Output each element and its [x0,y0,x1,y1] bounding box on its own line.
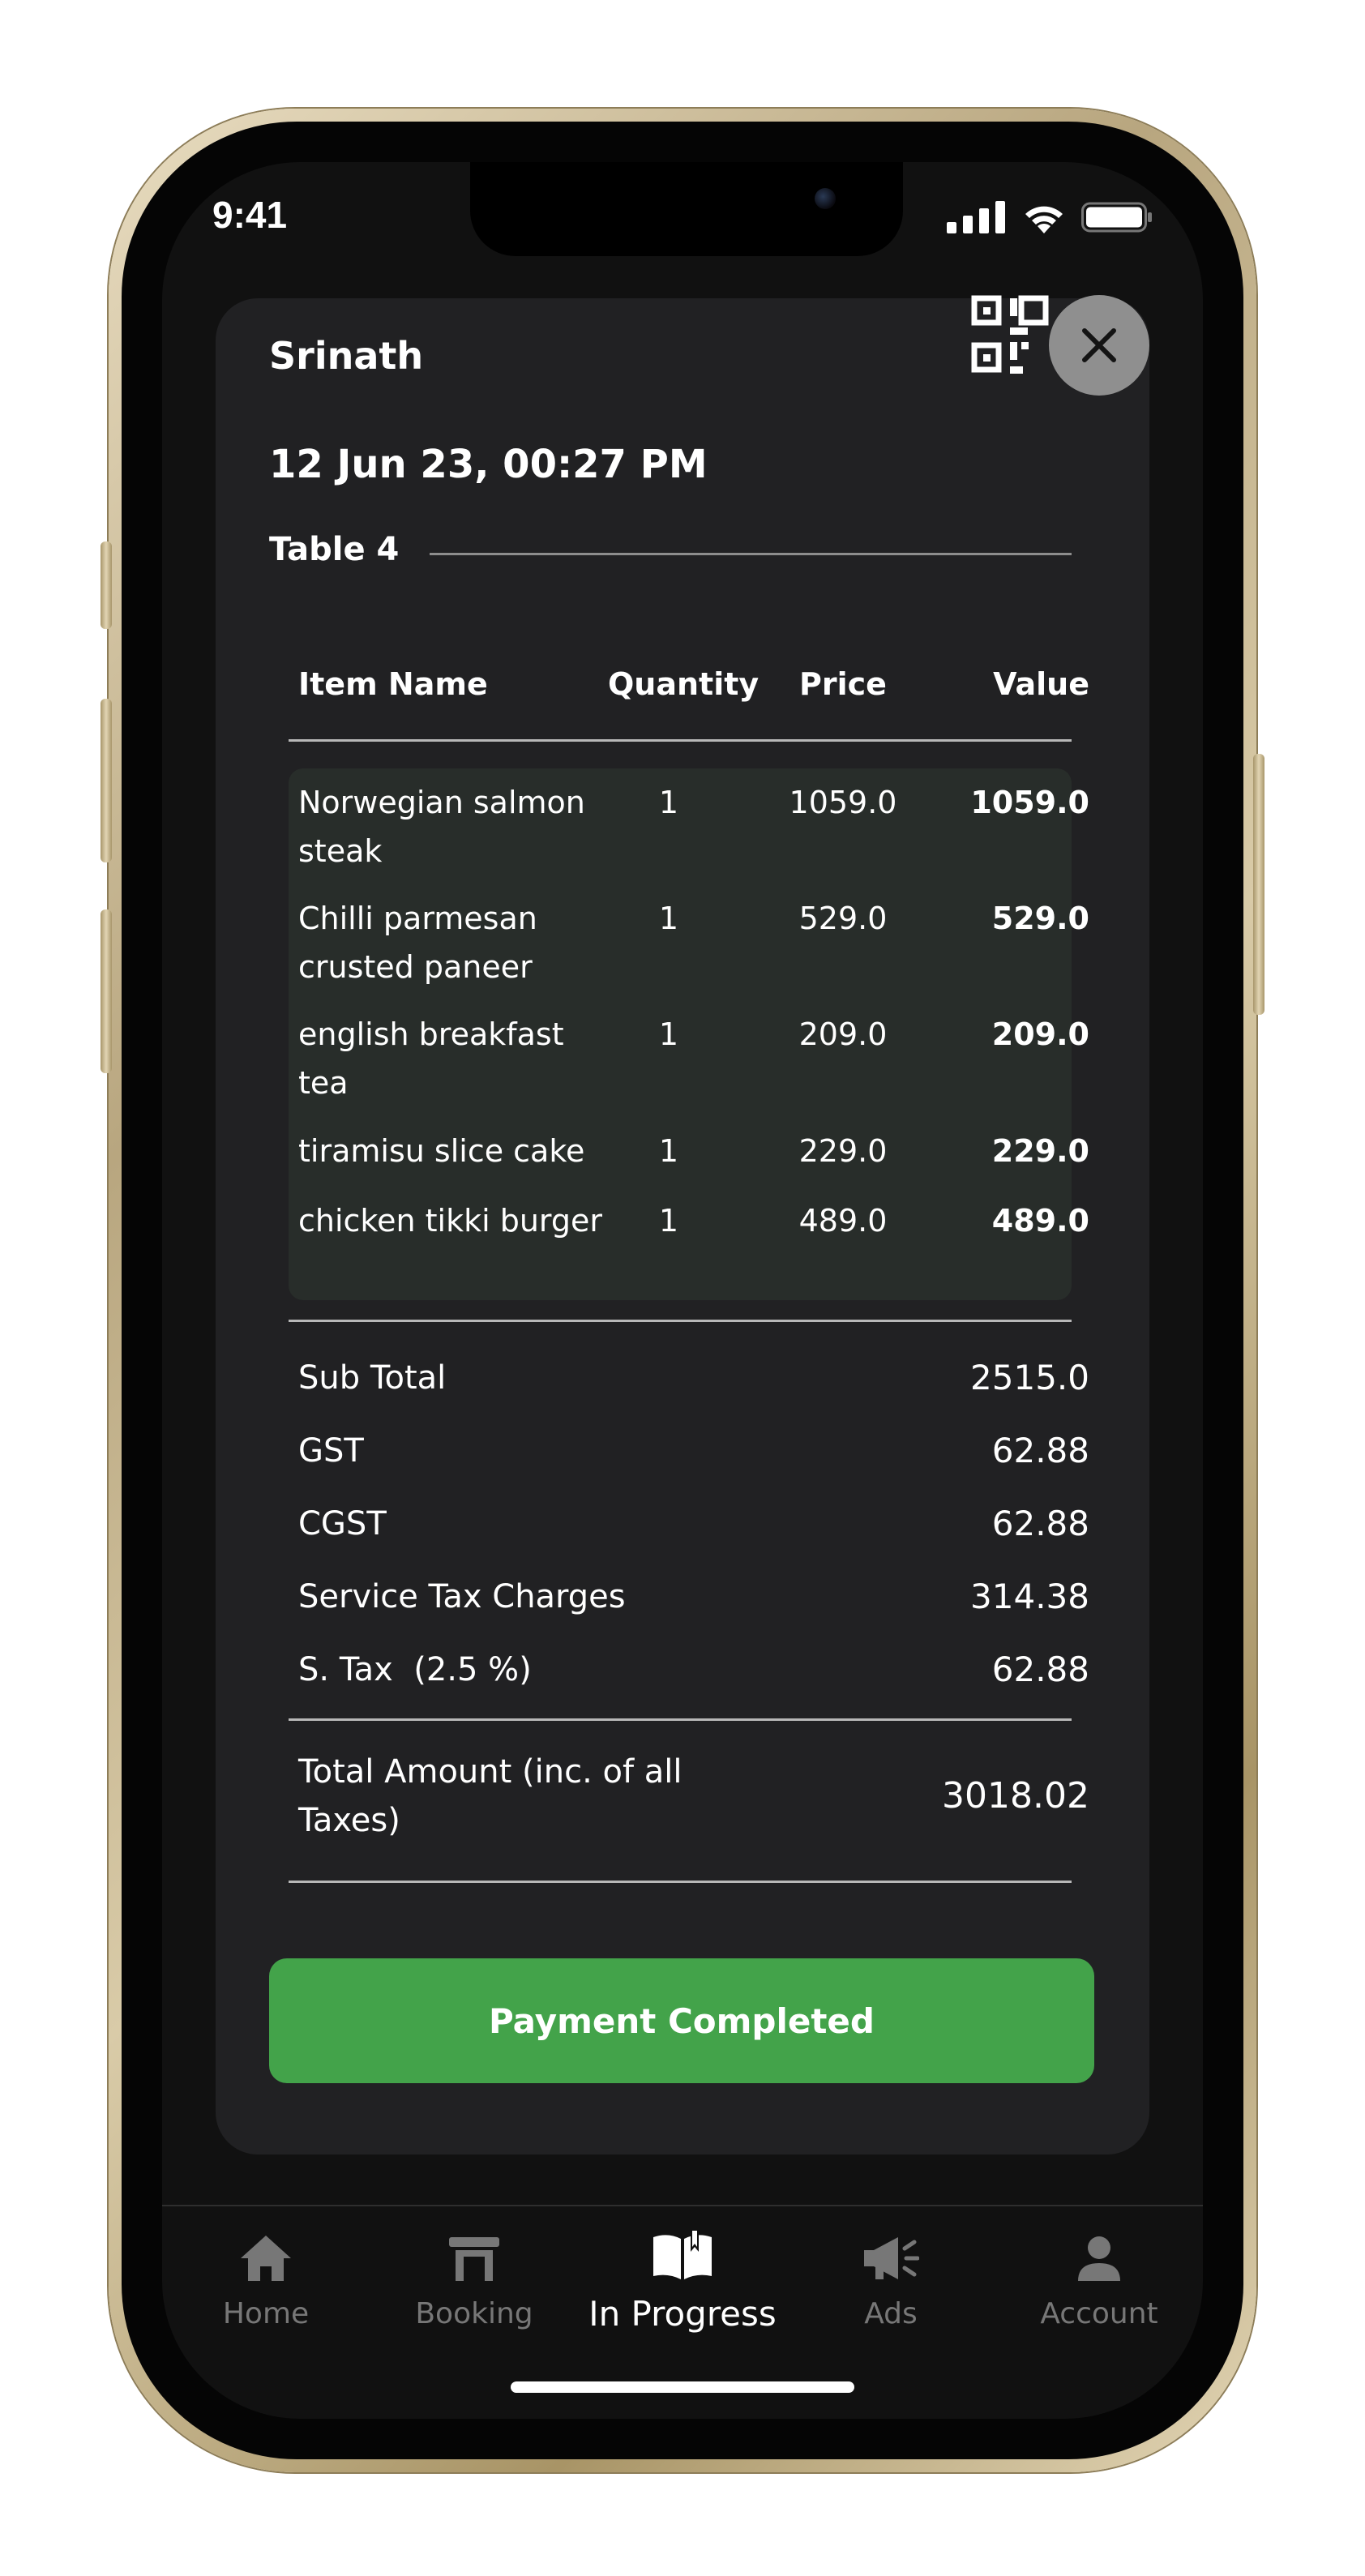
tab-label: Booking [415,2297,533,2330]
service-tax-value: 314.38 [970,1577,1089,1616]
close-icon [1082,328,1116,362]
tab-account[interactable]: Account [995,2221,1203,2330]
tab-in-progress[interactable]: In Progress [579,2221,786,2334]
summary-divider [289,1718,1072,1721]
megaphone-icon [864,2237,919,2279]
status-icons [947,201,1153,233]
bottom-tab-bar: Home Booking In Progress Ads Account [162,2221,1203,2351]
item-price: 1059.0 [789,785,897,820]
table-label: Table 4 [269,531,400,568]
subtotal-label: Sub Total [298,1359,447,1397]
gst-label: GST [298,1432,364,1470]
item-name: chicken tikki burger [298,1203,603,1239]
subtotal-value: 2515.0 [970,1358,1089,1397]
screen: 9:41 Srinath 12 Jun 23, 00:27 PM Table 4… [162,162,1203,2419]
service-tax-label: Service Tax Charges [298,1578,626,1615]
person-icon [1078,2236,1120,2281]
tab-home[interactable]: Home [162,2221,370,2330]
total-label: Total Amount (inc. of all Taxes) [298,1753,682,1839]
table-icon [449,2237,499,2281]
payment-completed-button[interactable]: Payment Completed [269,1958,1094,2083]
total-divider [289,1881,1072,1883]
item-value: 229.0 [991,1133,1089,1169]
tab-label: Account [1040,2297,1158,2330]
cgst-value: 62.88 [991,1504,1089,1543]
dynamic-island [470,162,903,256]
wifi-icon [1025,206,1063,233]
s-tax-value: 62.88 [991,1650,1089,1689]
volume-down-button [101,909,112,1073]
table-divider [430,553,1072,555]
cgst-label: CGST [298,1505,387,1543]
item-name: english breakfast tea [298,1016,564,1101]
item-quantity: 1 [658,1203,679,1239]
volume-up-button [101,699,112,862]
item-quantity: 1 [658,785,679,820]
book-icon [653,2229,712,2279]
power-button [1253,754,1264,1015]
item-value: 209.0 [991,1016,1089,1052]
home-indicator [511,2381,854,2393]
item-value: 489.0 [991,1203,1089,1239]
item-price: 229.0 [798,1133,888,1169]
qr-code-icon[interactable] [971,295,1060,384]
tab-label: Ads [864,2297,918,2330]
s-tax-label: S. Tax (2.5 %) [298,1651,532,1688]
status-time: 9:41 [212,194,288,236]
tab-label: Home [222,2297,310,2330]
header-quantity: Quantity [608,666,760,702]
header-item-name: Item Name [298,666,488,702]
item-price: 489.0 [798,1203,888,1239]
home-icon [241,2236,291,2281]
item-quantity: 1 [658,901,679,936]
gst-value: 62.88 [991,1431,1089,1470]
item-value: 1059.0 [970,785,1089,820]
item-name: Chilli parmesan crusted paneer [298,901,537,985]
item-quantity: 1 [658,1016,679,1052]
item-price: 529.0 [798,901,888,936]
total-value: 3018.02 [942,1775,1089,1816]
item-name: tiramisu slice cake [298,1133,585,1169]
tab-bar-divider [162,2205,1203,2206]
tab-booking[interactable]: Booking [370,2221,578,2330]
item-value: 529.0 [991,901,1089,936]
item-quantity: 1 [658,1133,679,1169]
items-divider [289,1320,1072,1322]
camera-icon [815,188,836,209]
customer-name: Srinath [269,334,424,378]
mute-switch [101,541,112,629]
item-name: Norwegian salmon steak [298,785,585,869]
tab-label: In Progress [588,2294,777,2334]
header-value: Value [993,666,1089,702]
item-price: 209.0 [798,1016,888,1052]
header-price: Price [799,666,887,702]
tab-ads[interactable]: Ads [787,2221,995,2330]
close-button[interactable] [1049,295,1149,396]
header-divider [289,739,1072,742]
battery-icon [1081,202,1152,233]
signal-icon [947,201,1005,233]
order-date: 12 Jun 23, 00:27 PM [269,442,708,487]
